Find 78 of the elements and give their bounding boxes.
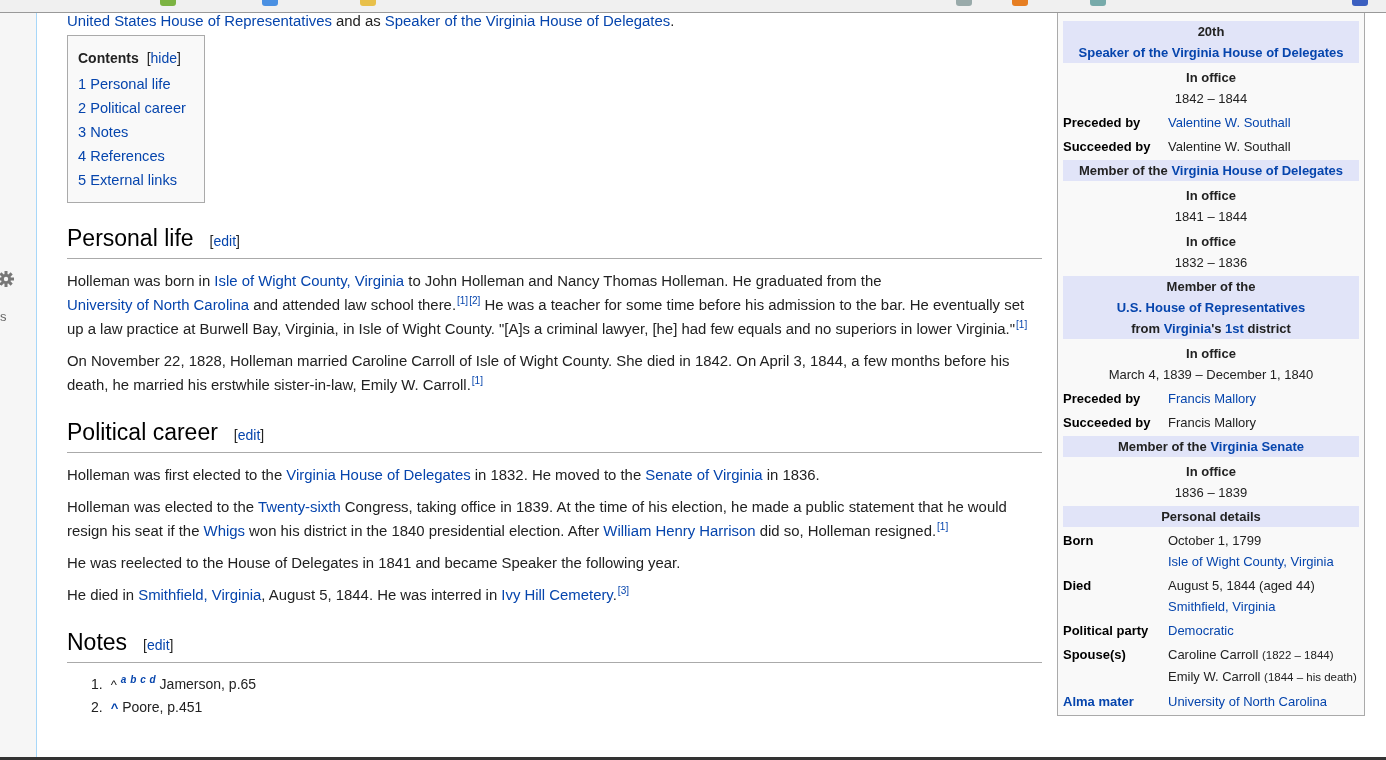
term-dates: March 4, 1839 – December 1, 1840: [1107, 366, 1315, 384]
section-heading: Personal life: [67, 224, 194, 253]
link[interactable]: Francis Mallory: [1168, 391, 1257, 406]
toc-link[interactable]: 2 Political career: [78, 96, 186, 120]
infobox-subheader: In office: [1185, 463, 1237, 481]
citation-link[interactable]: [3]: [617, 585, 629, 596]
link[interactable]: United States House of Representatives: [67, 13, 332, 29]
link[interactable]: Ivy Hill Cemetery: [501, 587, 613, 603]
infobox-header: 20th Speaker of the Virginia House of Delegates: [1063, 21, 1359, 63]
field-value: Valentine W. Southall: [1168, 138, 1292, 156]
paragraph: He was reelected to the House of Delegates in 1841 and became Speaker the following year.: [67, 554, 682, 573]
link[interactable]: Virginia Senate: [1210, 439, 1305, 454]
toc-title: Contents: [78, 49, 139, 68]
link[interactable]: Virginia House of Delegates: [286, 467, 471, 483]
infobox-subheader: In office: [1185, 345, 1237, 363]
field-label: Spouse(s): [1063, 646, 1127, 664]
link[interactable]: University of North Carolina: [67, 297, 250, 313]
note-number: 2.: [91, 698, 103, 717]
link[interactable]: Democratic: [1168, 623, 1234, 638]
term-dates: 1842 – 1844: [1173, 90, 1249, 108]
field-value: August 5, 1844 (aged 44): [1168, 577, 1316, 595]
toc-link[interactable]: 3 Notes: [78, 120, 186, 144]
section-heading: Political career: [67, 418, 218, 447]
field-label: Political party: [1063, 622, 1150, 640]
link[interactable]: University of North Carolina: [1168, 694, 1327, 709]
field-value: Emily W. Carroll (1844 – his death): [1168, 668, 1358, 686]
paragraph: Holleman was first elected to the Virginia House of Delegates in 1832. He moved to the Senate of Virginia in 1836.: [67, 466, 821, 485]
infobox-header: Personal details: [1063, 506, 1359, 527]
link[interactable]: Twenty-sixth: [257, 499, 341, 515]
field-label: Died: [1063, 577, 1093, 595]
note-text: ^ Poore, p.451: [110, 698, 203, 717]
field-value: Caroline Carroll (1822 – 1844): [1168, 646, 1335, 664]
infobox-subheader: In office: [1185, 187, 1237, 205]
citation-link[interactable]: [2]: [469, 295, 481, 306]
citation-link[interactable]: [1]: [1016, 319, 1028, 330]
intro-text: United States House of Representatives and as Speaker of the Virginia House of Delegates.: [67, 13, 676, 29]
infobox-subheader: In office: [1185, 69, 1237, 87]
citation-link[interactable]: [1]: [457, 295, 469, 306]
toc-link[interactable]: 1 Personal life: [78, 72, 186, 96]
link[interactable]: Senate of Virginia: [645, 467, 763, 483]
toc-toggle[interactable]: [hide]: [146, 46, 181, 70]
citation-link[interactable]: [1]: [471, 375, 483, 386]
toc-link[interactable]: 5 External links: [78, 168, 186, 192]
toc-link[interactable]: 4 References: [78, 144, 186, 168]
edit-link[interactable]: [edit]: [143, 630, 174, 660]
field-label: Preceded by: [1063, 390, 1142, 408]
infobox-header: Member of the U.S. House of Representatives from Virginia's 1st district: [1063, 276, 1359, 339]
infobox-subheader: In office: [1185, 233, 1237, 251]
link[interactable]: Speaker of the Virginia House of Delegates: [1078, 45, 1344, 60]
link[interactable]: William Henry Harrison: [603, 523, 756, 539]
link[interactable]: Virginia House of Delegates: [1171, 163, 1344, 178]
link[interactable]: Isle of Wight County, Virginia: [1168, 554, 1334, 569]
link[interactable]: Whigs: [203, 523, 245, 539]
term-dates: 1841 – 1844: [1173, 208, 1249, 226]
field-value: Francis Mallory: [1168, 414, 1258, 432]
field-label: Preceded by: [1063, 114, 1142, 132]
settings-icon[interactable]: [0, 271, 14, 287]
field-label-link[interactable]: Alma mater: [1063, 691, 1168, 712]
note-number: 1.: [91, 675, 103, 694]
sidebar-text: s: [0, 309, 7, 324]
edit-link[interactable]: [edit]: [209, 226, 240, 256]
link[interactable]: Virginia: [1163, 321, 1212, 336]
field-label: Succeeded by: [1063, 138, 1152, 156]
edit-link[interactable]: [edit]: [233, 420, 265, 450]
field-label: Born: [1063, 532, 1095, 550]
field-label: Succeeded by: [1063, 414, 1152, 432]
link[interactable]: Valentine W. Southall: [1168, 115, 1291, 130]
section-heading: Notes: [67, 628, 128, 657]
infobox-header: Member of the Virginia House of Delegates: [1063, 160, 1359, 181]
citation-link[interactable]: [1]: [937, 521, 949, 532]
link[interactable]: Isle of Wight County, Virginia: [214, 273, 405, 289]
link[interactable]: U.S. House of Representatives: [1116, 300, 1306, 315]
link[interactable]: Smithfield, Virginia: [1168, 599, 1276, 614]
infobox-header: Member of the Virginia Senate: [1063, 436, 1359, 457]
link[interactable]: 1st: [1225, 321, 1244, 336]
term-dates: 1832 – 1836: [1173, 254, 1249, 272]
field-value: October 1, 1799: [1168, 532, 1263, 550]
term-dates: 1836 – 1839: [1173, 484, 1249, 502]
